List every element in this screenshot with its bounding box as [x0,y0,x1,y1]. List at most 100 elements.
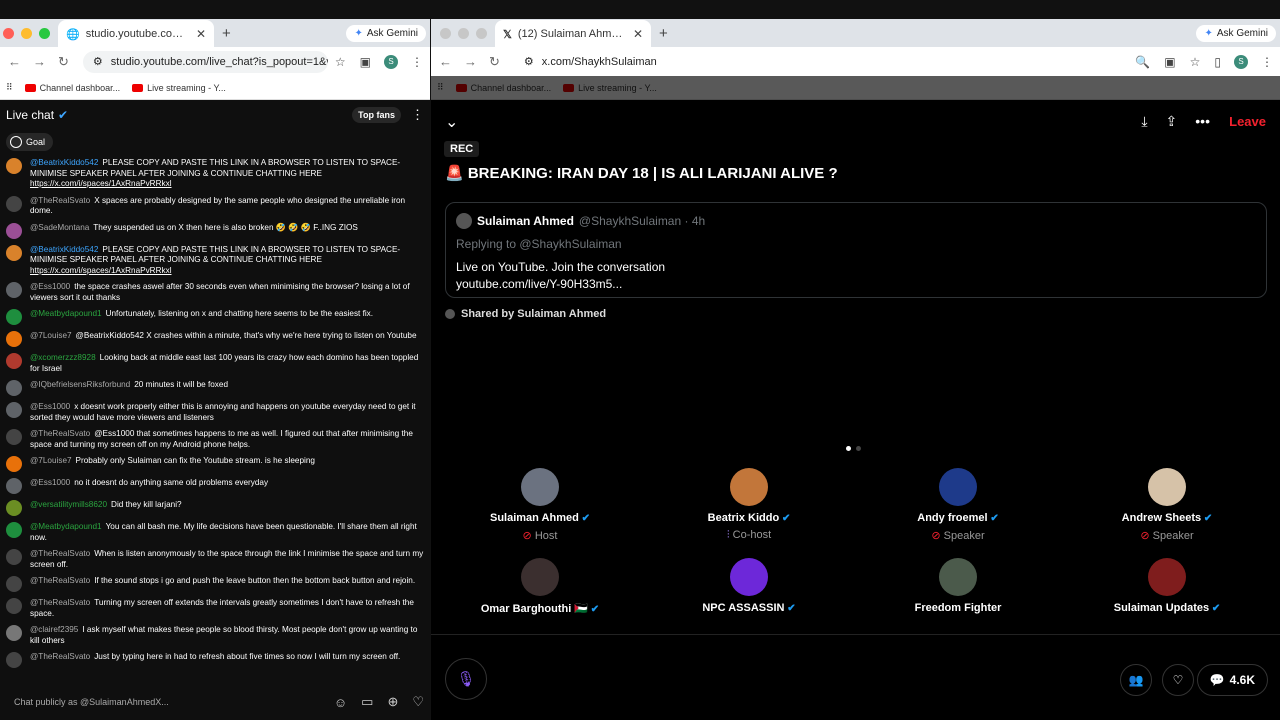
star-icon[interactable]: ☆ [1190,55,1201,69]
bookmark-live-streaming[interactable]: Live streaming - Y... [132,83,226,93]
avatar[interactable] [6,652,22,668]
apps-grid-icon[interactable]: ⠿ [6,82,13,93]
close-window-button[interactable] [440,27,451,39]
chat-input[interactable]: Chat publicly as @SulaimanAhmedX... [6,697,320,707]
message-author[interactable]: @Ess1000 [30,478,70,487]
avatar[interactable] [6,402,22,418]
forward-icon[interactable]: → [33,54,46,70]
share-icon[interactable]: ⇪ [1166,113,1178,130]
goal-button[interactable]: Goal [6,133,54,151]
url-field[interactable]: ⚙ x.com/ShaykhSulaiman [513,50,1129,73]
message-author[interactable]: @Meatbydapound1 [30,522,102,531]
back-icon[interactable]: ← [8,54,21,70]
message-author[interactable]: @BeatrixKiddo542 [30,245,98,254]
add-icon[interactable]: ⊕ [387,694,398,710]
speaker-tile[interactable]: Sulaiman Updates ✔ [1077,558,1257,614]
speaker-tile[interactable]: Omar Barghouthi 🇵🇸 ✔ [450,558,630,615]
message-author[interactable]: @xcomerzzz8928 [30,353,96,362]
avatar[interactable] [6,331,22,347]
avatar[interactable] [6,549,22,565]
side-panel-icon[interactable]: ▯ [1214,55,1221,69]
apps-grid-icon[interactable]: ⠿ [437,82,444,93]
react-button[interactable]: ♡ [1162,664,1194,696]
avatar[interactable] [6,598,22,614]
new-tab-button[interactable]: + [222,25,231,42]
avatar[interactable] [6,576,22,592]
maximize-window-button[interactable] [476,27,487,39]
avatar[interactable] [6,309,22,325]
avatar[interactable] [6,222,22,239]
browser-tab-studio[interactable]: 🌐 studio.youtube.com/live_chat ✕ [58,20,214,48]
profile-avatar[interactable]: S [384,54,398,69]
zoom-icon[interactable]: 🔍 [1135,55,1150,69]
close-tab-icon[interactable]: ✕ [196,27,206,41]
message-link[interactable]: https://x.com/i/spaces/1AxRnaPvRRkxl [30,179,172,188]
top-fans-button[interactable]: Top fans [352,107,401,123]
message-author[interactable]: @7Louise7 [30,456,72,465]
speaker-tile[interactable]: Andrew Sheets ✔ ⊘ Speaker [1077,468,1257,542]
more-icon[interactable]: ••• [1195,113,1210,130]
message-author[interactable]: @TheRealSvato [30,598,90,607]
chat-menu-icon[interactable]: ⋮ [411,107,424,123]
browser-menu-icon[interactable]: ⋮ [1261,55,1273,69]
heart-icon[interactable]: ♡ [412,694,424,710]
message-author[interactable]: @Ess1000 [30,282,70,291]
site-settings-icon[interactable]: ⚙ [524,55,534,68]
message-author[interactable]: @Meatbydapound1 [30,309,102,318]
avatar[interactable] [6,353,22,369]
close-tab-icon[interactable]: ✕ [633,27,643,41]
browser-menu-icon[interactable]: ⋮ [411,55,423,69]
speaker-tile[interactable]: NPC ASSASSIN ✔ [659,558,839,614]
message-author[interactable]: @IQbefrielsensRiksforbund [30,380,130,389]
message-author[interactable]: @clairef2395 [30,625,78,634]
site-settings-icon[interactable]: ⚙ [93,55,103,68]
post-link[interactable]: youtube.com/live/Y-90H33m5... [456,276,1256,293]
message-author[interactable]: @7Louise7 [30,331,72,340]
message-author[interactable]: @SadeMontana [30,223,89,232]
message-author[interactable]: @TheRealSvato [30,652,90,661]
minimize-window-button[interactable] [21,27,32,39]
bookmark-channel-dashboard[interactable]: Channel dashboar... [455,83,551,93]
browser-tab-x[interactable]: 𝕏 (12) Sulaiman Ahmed (@Shayk ✕ [495,20,651,48]
avatar[interactable] [6,625,22,641]
speaker-tile[interactable]: Andy froemel ✔ ⊘ Speaker [868,468,1048,542]
star-icon[interactable]: ☆ [335,55,346,69]
replies-button[interactable]: 💬 4.6K [1196,664,1268,696]
avatar[interactable] [6,500,22,516]
avatar[interactable] [6,478,22,494]
avatar[interactable] [6,380,22,396]
ask-gemini-button[interactable]: ✦ Ask Gemini [1196,24,1276,42]
leave-button[interactable]: Leave [1229,114,1266,129]
install-app-icon[interactable]: ▣ [1164,55,1175,69]
avatar[interactable] [6,195,22,212]
avatar[interactable] [6,522,22,538]
avatar[interactable] [6,282,22,298]
speaker-tile[interactable]: Beatrix Kiddo ✔ ⫶ Co-host [659,468,839,542]
message-author[interactable]: @BeatrixKiddo542 [30,158,98,167]
reload-icon[interactable]: ↻ [489,54,500,70]
message-author[interactable]: @TheRealSvato [30,549,90,558]
dock-icon[interactable]: ⤓ [1141,113,1147,130]
avatar[interactable] [6,158,22,174]
chevron-down-icon[interactable]: ⌄ [445,112,458,132]
reload-icon[interactable]: ↻ [58,54,69,70]
pinned-post-card[interactable]: Sulaiman Ahmed @ShaykhSulaiman · 4h Repl… [445,202,1267,298]
speaker-tile[interactable]: Sulaiman Ahmed ✔ ⊘ Host [450,468,630,542]
microphone-button[interactable]: 🎙 [445,658,487,700]
new-tab-button[interactable]: + [659,25,668,42]
emoji-icon[interactable]: ☺ [334,695,347,710]
super-chat-icon[interactable]: ▭ [361,694,373,710]
bookmark-channel-dashboard[interactable]: Channel dashboar... [24,83,120,93]
maximize-window-button[interactable] [39,27,50,39]
avatar[interactable] [6,456,22,472]
avatar[interactable] [6,429,22,445]
message-author[interactable]: @TheRealSvato [30,576,90,585]
close-window-button[interactable] [3,27,14,39]
message-author[interactable]: @Ess1000 [30,402,70,411]
message-link[interactable]: https://x.com/i/spaces/1AxRnaPvRRkxl [30,266,172,275]
extensions-icon[interactable]: ▣ [360,55,371,69]
pager-dot[interactable] [856,446,861,451]
avatar[interactable] [6,244,22,261]
back-icon[interactable]: ← [439,54,452,70]
speaker-tile[interactable]: Freedom Fighter [868,558,1048,614]
